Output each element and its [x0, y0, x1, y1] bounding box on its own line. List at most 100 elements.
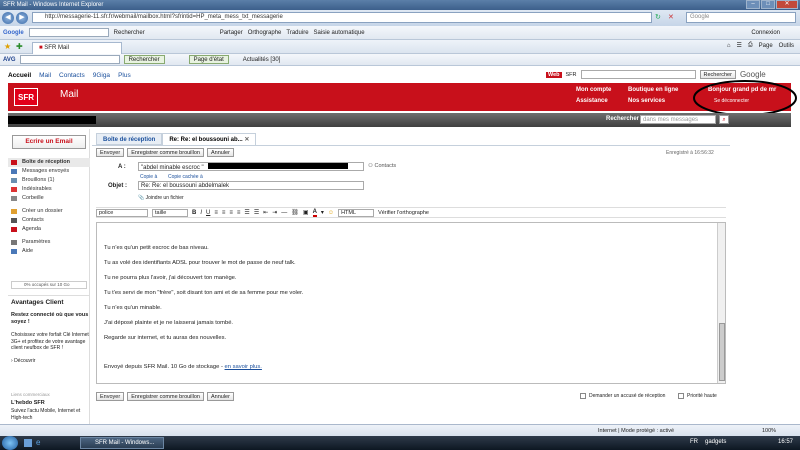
sidebar-item-new-folder[interactable]: Créer un dossier: [8, 207, 90, 216]
nav-accueil[interactable]: Accueil: [8, 72, 31, 79]
clock[interactable]: 16:57: [778, 439, 793, 445]
read-receipt-option[interactable]: Demander un accusé de réception: [580, 393, 665, 399]
highlight-icon[interactable]: ▾: [321, 209, 324, 216]
gadgets-label[interactable]: gadgets: [705, 439, 726, 445]
assistance-link[interactable]: Assistance: [576, 98, 608, 104]
show-desktop-icon[interactable]: [24, 439, 32, 447]
avg-news-button[interactable]: Actualités [30]: [243, 57, 281, 63]
outdent-icon[interactable]: ⇤: [263, 209, 268, 216]
home-icon[interactable]: ⌂: [727, 43, 731, 49]
editor-scrollbar[interactable]: [717, 223, 725, 383]
login-button[interactable]: Connexion: [751, 30, 780, 36]
send-button[interactable]: Envoyer: [96, 148, 125, 157]
page-menu[interactable]: Page: [759, 43, 773, 49]
nav-plus[interactable]: Plus: [118, 72, 131, 79]
bold-icon[interactable]: B: [192, 210, 196, 216]
sidebar-item-inbox[interactable]: Boîte de réception: [8, 158, 90, 167]
stop-icon[interactable]: ✕: [668, 13, 674, 21]
cc-link[interactable]: Copie à: [140, 174, 157, 180]
print-icon[interactable]: ⎙: [748, 42, 753, 49]
sidebar-item-help[interactable]: Aide: [8, 247, 90, 256]
avg-search-button[interactable]: Rechercher: [123, 55, 165, 64]
share-button[interactable]: Partager: [220, 30, 243, 36]
save-draft-button[interactable]: Enregistrer comme brouillon: [127, 148, 204, 157]
add-favorite-icon[interactable]: ✚: [16, 42, 23, 51]
portal-search-input[interactable]: [580, 70, 696, 79]
tab-close-icon[interactable]: ✕: [244, 137, 249, 143]
google-search-input[interactable]: [28, 28, 109, 37]
priority-option[interactable]: Priorité haute: [678, 393, 717, 399]
browser-tab-sfr-mail[interactable]: ■ SFR Mail: [32, 42, 122, 54]
tab-current-message[interactable]: Re: Re: el boussouni ab... ✕: [162, 133, 257, 145]
hebdo-title[interactable]: L'hebdo SFR: [11, 400, 45, 406]
tab-inbox[interactable]: Boîte de réception: [96, 133, 163, 145]
justify-icon[interactable]: ≡: [237, 210, 241, 216]
send-button-bottom[interactable]: Envoyer: [96, 392, 125, 401]
favorites-star-icon[interactable]: ★: [4, 42, 11, 51]
align-left-icon[interactable]: ≡: [214, 210, 218, 216]
taskbar-task-sfr-mail[interactable]: SFR Mail - Windows...: [80, 437, 164, 449]
google-search-button[interactable]: Rechercher: [114, 30, 145, 36]
compose-button[interactable]: Ecrire un Email: [12, 135, 86, 149]
sidebar-item-sent[interactable]: Messages envoyés: [8, 167, 90, 176]
sidebar-item-agenda[interactable]: Agenda: [8, 225, 90, 234]
number-list-icon[interactable]: ☰: [254, 209, 259, 216]
ie-quicklaunch-icon[interactable]: e: [36, 438, 40, 447]
portal-search-button[interactable]: Rechercher: [699, 70, 736, 79]
indent-icon[interactable]: ⇥: [272, 209, 277, 216]
scroll-thumb[interactable]: [719, 323, 725, 381]
avg-status-button[interactable]: Page d'état: [188, 55, 229, 64]
contacts-link[interactable]: ⚇ Contacts: [368, 163, 396, 169]
address-input[interactable]: http://messagerie-11.sfr.fr/webmail/mail…: [32, 12, 652, 23]
my-account-link[interactable]: Mon compte: [576, 87, 611, 93]
minimize-button[interactable]: –: [746, 0, 760, 9]
italic-icon[interactable]: I: [200, 210, 202, 216]
refresh-icon[interactable]: ↻: [655, 13, 661, 21]
subject-field[interactable]: Re: Re: el boussouni abdelmalek: [138, 181, 364, 190]
tools-menu[interactable]: Outils: [779, 43, 794, 49]
format-select[interactable]: HTML: [338, 208, 375, 217]
mail-search-icon[interactable]: ⌕: [719, 115, 729, 124]
link-icon[interactable]: ⛓: [291, 209, 299, 216]
nav-contacts[interactable]: Contacts: [59, 72, 85, 79]
sidebar-item-settings[interactable]: Paramètres: [8, 238, 90, 247]
bullet-list-icon[interactable]: ☰: [244, 209, 249, 216]
size-select[interactable]: taille: [152, 208, 188, 217]
sfr-logo[interactable]: SFR: [14, 88, 38, 106]
zoom-level[interactable]: 100%: [762, 428, 776, 434]
cancel-button-bottom[interactable]: Annuler: [206, 392, 234, 401]
mail-search-input[interactable]: dans mes messages: [640, 115, 716, 124]
smiley-icon[interactable]: ☺: [328, 210, 334, 216]
image-icon[interactable]: ▣: [303, 209, 309, 216]
search-input[interactable]: Google: [686, 12, 796, 23]
nav-9giga[interactable]: 9Giga: [93, 72, 110, 79]
align-center-icon[interactable]: ≡: [222, 210, 226, 216]
sfr-label[interactable]: SFR: [566, 72, 577, 78]
feeds-icon[interactable]: ☰: [736, 42, 741, 49]
priority-checkbox[interactable]: [678, 393, 684, 399]
forward-button[interactable]: ▶: [16, 12, 28, 24]
cancel-button[interactable]: Annuler: [206, 148, 234, 157]
web-label[interactable]: Web: [546, 71, 562, 78]
to-field[interactable]: "abdel minable escroc ": [138, 162, 364, 171]
bcc-link[interactable]: Copie cachée à: [168, 174, 203, 180]
spellcheck-button[interactable]: Orthographe: [248, 30, 282, 36]
discover-link[interactable]: › Découvrir: [11, 358, 90, 364]
translate-button[interactable]: Traduire: [286, 30, 308, 36]
spellcheck-link[interactable]: Vérifier l'orthographe: [378, 210, 429, 216]
underline-icon[interactable]: U: [206, 210, 210, 216]
sidebar-item-drafts[interactable]: Brouillons (1): [8, 176, 90, 185]
align-right-icon[interactable]: ≡: [229, 210, 233, 216]
message-editor[interactable]: Tu n'es qu'un petit escroc de bas niveau…: [96, 222, 726, 384]
avg-search-input[interactable]: [19, 55, 120, 64]
attach-link[interactable]: 📎 Joindre un fichier: [138, 195, 184, 201]
sidebar-item-contacts[interactable]: Contacts: [8, 216, 90, 225]
text-color-icon[interactable]: A: [312, 209, 317, 217]
read-receipt-checkbox[interactable]: [580, 393, 586, 399]
autofill-button[interactable]: Saisie automatique: [314, 30, 365, 36]
start-button[interactable]: [2, 436, 18, 450]
services-link[interactable]: Nos services: [628, 98, 665, 104]
close-button[interactable]: ✕: [776, 0, 798, 9]
language-indicator[interactable]: FR: [690, 439, 698, 445]
back-button[interactable]: ◀: [2, 12, 14, 24]
